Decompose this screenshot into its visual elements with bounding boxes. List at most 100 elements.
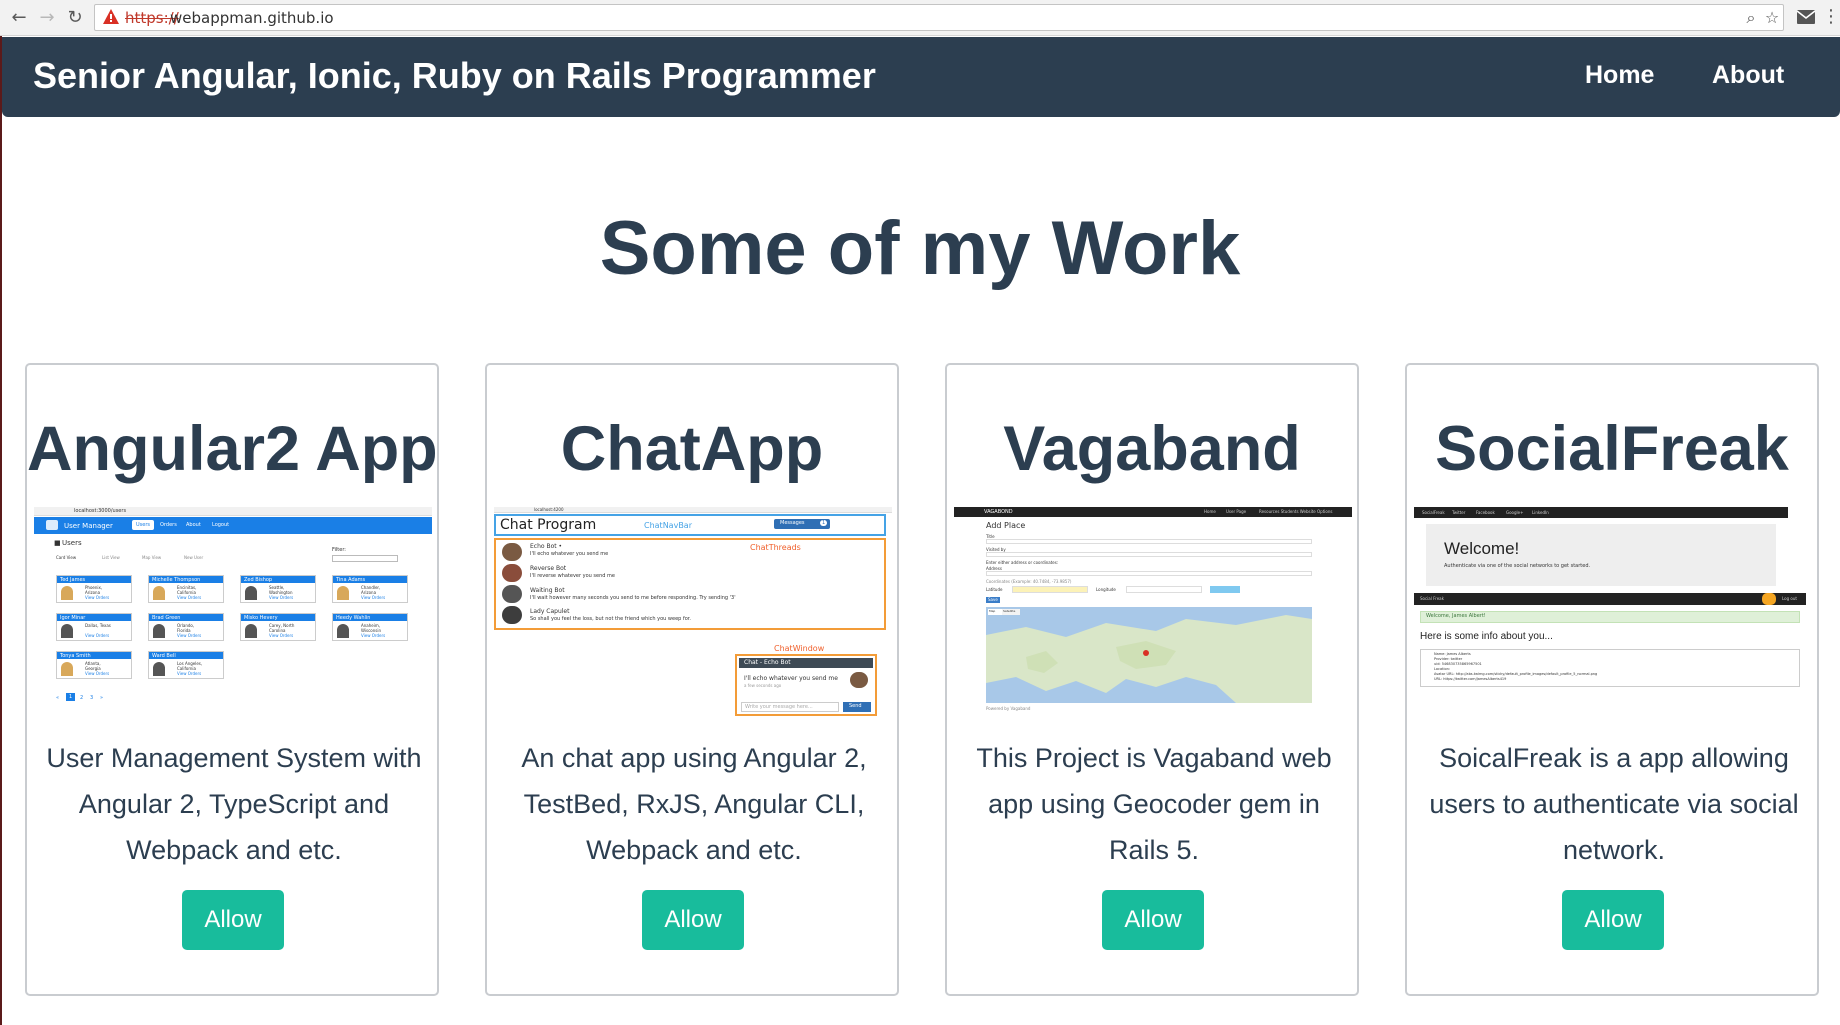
shot-view-tab: New User [184,555,204,560]
project-title: Angular2 App [27,414,438,484]
shot-thread-msg: I'll wait however many seconds you send … [530,595,736,601]
shot-nav: Facebook [1476,510,1495,515]
shot-thread-msg: So shall you feel the loss, but not the … [530,616,691,622]
shot-heading-icon: ■ [54,539,61,547]
project-title: Vagaband [1003,414,1301,484]
shot-user-name: Ward Bell [152,653,176,659]
section-title: Some of my Work [599,206,1241,291]
shot-input: Write your message here... [745,704,813,710]
project-screenshot[interactable]: localhost:3000/users User Manager Users … [34,507,432,719]
shot-map-footer: Powered by Vagaband [986,706,1031,711]
shot-user-link: View Orders [361,595,386,600]
shot-info-line: uid: 546830735865967501 [1434,662,1482,666]
shot-user-name: Tina Adams [336,577,366,583]
project-screenshot[interactable]: localhost:4200 Chat Program ChatNavBar M… [494,507,892,719]
shot-thread-msg: I'll reverse whatever you send me [530,573,615,579]
shot-thread-msg: I'll echo whatever you send me [530,551,609,557]
shot-user-link: View Orders [177,671,202,676]
shot-tag: ChatNavBar [644,521,692,530]
shot-view-tab: List View [102,555,120,560]
shot-user-link: View Orders [177,595,202,600]
mail-icon[interactable] [1796,9,1816,25]
forward-icon[interactable]: → [36,7,58,29]
shot-info-line: Location: [1434,667,1450,671]
map-image: Map Satellite [986,607,1312,703]
shot-window-time: a few seconds ago [744,683,782,688]
shot-user-name: Brad Green [152,615,181,621]
zoom-icon[interactable]: ⌕ [1741,8,1761,28]
project-screenshot[interactable]: SocialFreak Twitter Facebook Google+ Lin… [1414,507,1812,719]
project-title: ChatApp [560,414,824,484]
shot-label: Coordinates (Example: 40.7484, -73.9857) [986,579,1072,584]
site-navbar: Senior Angular, Ionic, Ruby on Rails Pro… [2,37,1840,117]
project-screenshot[interactable]: VAGABOND Home User Page Resources Studen… [954,507,1352,719]
nav-link-about[interactable]: About [1712,61,1784,90]
project-card-socialfreak: SocialFreak SocialFreak Twitter Facebook… [1405,363,1819,996]
shot-app-title: User Manager [64,522,113,530]
site-brand[interactable]: Senior Angular, Ionic, Ruby on Rails Pro… [33,55,876,97]
shot-nav: LinkedIn [1532,510,1549,515]
shot-user-name: Tonya Smith [60,653,91,659]
shot-user-name: Michelle Thompson [152,577,201,583]
shot-window-title: Chat - Echo Bot [744,659,791,666]
shot-nav: Users [136,522,151,528]
project-description: An chat app using Angular 2, TestBed, Rx… [521,743,867,865]
project-description: This Project is Vagaband web app using G… [976,743,1332,865]
address-bar[interactable]: https:// webappman.github.io ⌕ ☆ [94,4,1784,31]
shot-user-link: View Orders [85,671,110,676]
shot-thread-name: Lady Capulet [530,608,570,615]
shot-send: Send [849,703,862,709]
shot-nav: Home [1204,509,1216,514]
shot-label: Longitude [1096,587,1116,592]
shot-pager: 3 [90,695,94,701]
shot-tag: ChatThreads [750,543,801,552]
allow-button[interactable]: Allow [182,890,284,950]
nav-link-home[interactable]: Home [1585,61,1654,90]
shot-thread-name: Reverse Bot [530,565,567,572]
project-card-chatapp: ChatApp localhost:4200 Chat Program Chat… [485,363,899,996]
shot-nav: About [186,522,201,528]
browser-toolbar: ← → ↻ https:// webappman.github.io ⌕ ☆ ⋮ [0,0,1840,36]
shot-view-tab: Card View [56,555,77,560]
reload-icon[interactable]: ↻ [64,7,86,29]
url-host: webappman.github.io [170,9,334,27]
shot-url: localhost:4200 [534,507,564,512]
shot-user-link: View Orders [177,633,202,638]
shot-welcome: Welcome! [1444,539,1520,558]
shot-user-link: View Orders [85,633,110,638]
shot-logout: Log out [1782,596,1797,601]
shot-tag: ChatWindow [774,644,825,653]
shot-badge: 1 [820,520,828,526]
shot-messages: Messages [780,520,805,526]
shot-filter-label: Filter: [332,547,346,553]
shot-nav: Orders [160,522,177,528]
allow-button[interactable]: Allow [642,890,744,950]
shot-heading: Add Place [986,521,1026,530]
shot-pager: » [100,695,104,701]
shot-nav: Twitter [1452,510,1466,515]
warning-icon[interactable] [102,8,120,26]
shot-user-name: Ted James [60,577,86,583]
shot-thread-name: Echo Bot • [530,543,563,550]
allow-button[interactable]: Allow [1562,890,1664,950]
shot-pager: « [56,695,60,701]
menu-icon[interactable]: ⋮ [1822,6,1840,27]
shot-map-tab: Satellite [1003,609,1016,613]
shot-user-link: View Orders [269,633,294,638]
shot-nav: User Page [1226,509,1247,514]
allow-button[interactable]: Allow [1102,890,1204,950]
project-card-vagaband: Vagaband VAGABOND Home User Page Resourc… [945,363,1359,996]
shot-user-name: Misko Hevery [244,615,278,621]
back-icon[interactable]: ← [8,7,30,29]
shot-bar-brand: Social Freak [1420,596,1444,601]
shot-user-city: Dallas, Texas [85,623,111,628]
shot-window-msg: I'll echo whatever you send me [744,675,838,682]
shot-label: Enter either address or coordinates: [986,560,1059,565]
shot-brand: VAGABOND [984,509,1013,515]
shot-view-tab: Map View [142,555,162,560]
shot-user-name: Zed Bishop [244,577,273,583]
shot-pager: 1 [66,693,76,701]
shot-info-line: URL: https://twitter.com/JamesAlberts419 [1434,677,1507,681]
project-card-angular2: Angular2 App localhost:3000/users User M… [25,363,439,996]
star-icon[interactable]: ☆ [1762,8,1782,28]
